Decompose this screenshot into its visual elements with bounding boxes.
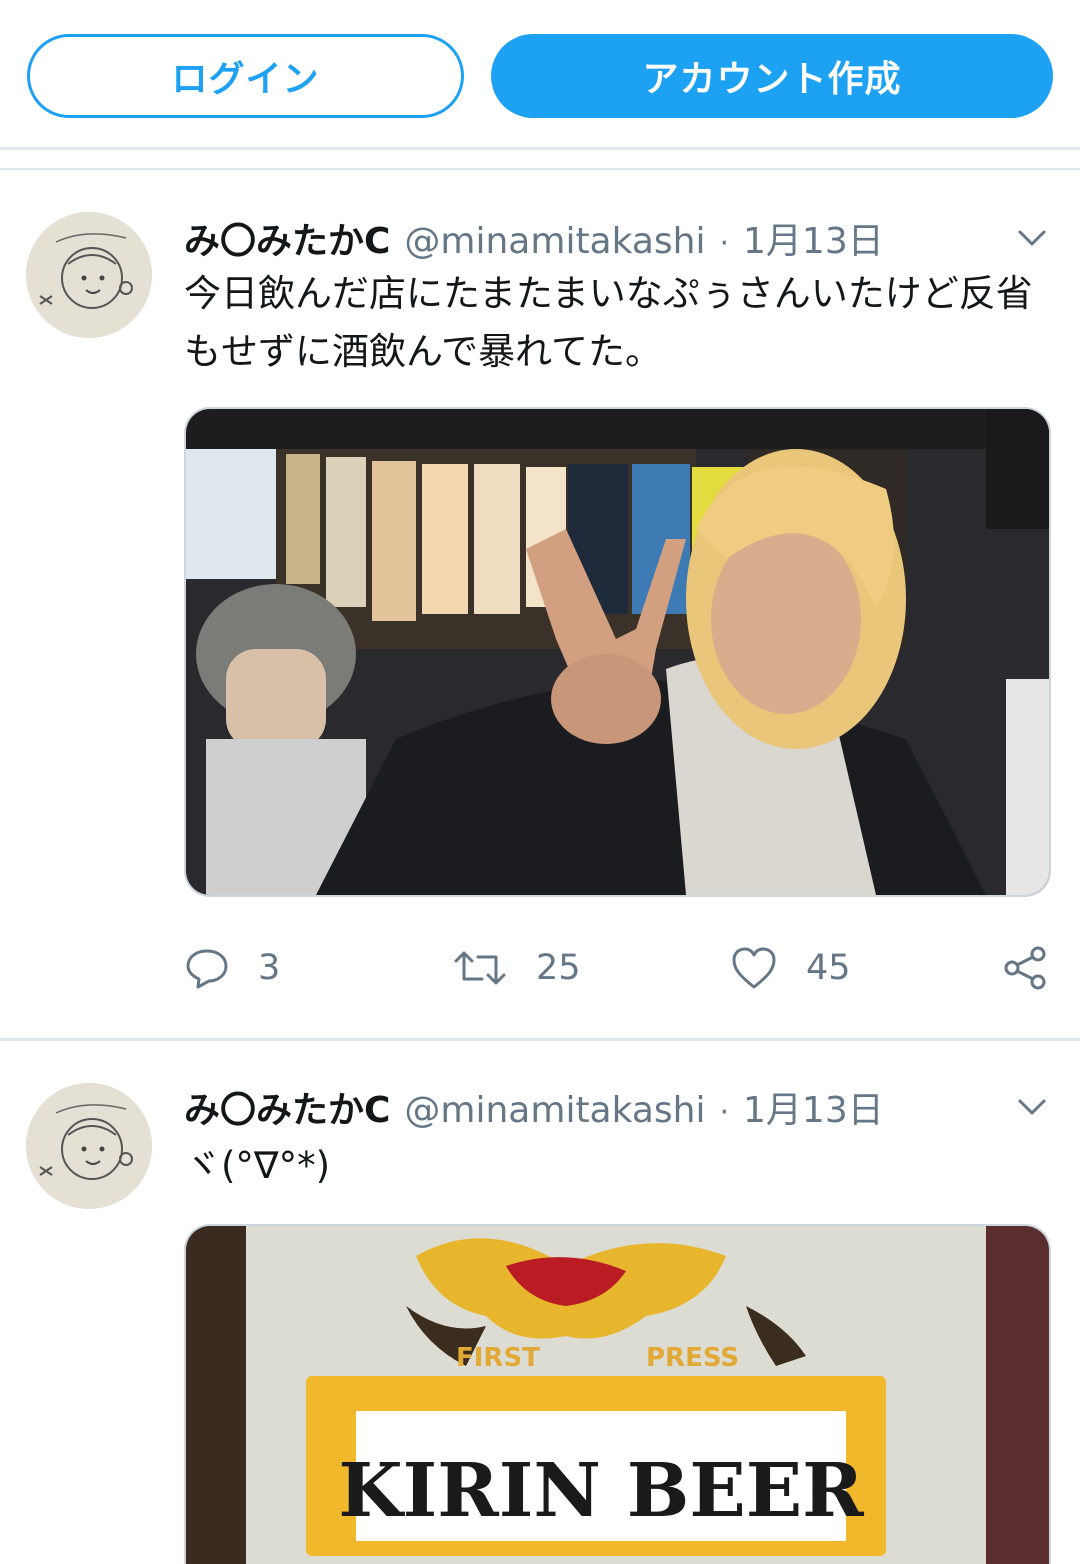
tweet-header: み〇みたかC @minamitakashi · 1月13日 [184,212,884,262]
login-button[interactable]: ログイン [27,34,464,118]
tweet-date[interactable]: 1月13日 [743,1081,884,1133]
reply-icon [186,949,228,989]
like-button[interactable]: 45 [730,938,851,998]
signup-button[interactable]: アカウント作成 [491,34,1053,118]
like-count: 45 [806,948,851,988]
tweet[interactable]: み〇みたかC @minamitakashi · 1月13日 今日飲んだ店にたまた… [0,170,1080,1041]
chevron-down-icon[interactable] [1014,220,1050,256]
top-bar: ログイン アカウント作成 [0,0,1080,150]
like-icon [732,947,776,989]
reply-button[interactable]: 3 [184,938,280,998]
tweet-photo[interactable]: FIRST PRESS KIRIN BEER [184,1224,1051,1564]
tweet-text: 今日飲んだ店にたまたまいなぷぅさんいたけど反省もせずに酒飲んで暴れてた。 [184,272,1033,373]
tweet-photo[interactable] [184,407,1051,897]
retweet-count: 25 [536,948,581,988]
share-button[interactable] [1002,938,1078,998]
separator-dot: · [719,1095,730,1130]
author-name[interactable]: み〇みたかC [184,1081,390,1133]
retweet-button[interactable]: 25 [452,938,581,998]
tweet-header: み〇みたかC @minamitakashi · 1月13日 [184,1081,884,1131]
reply-count: 3 [258,948,281,988]
avatar[interactable] [26,212,152,338]
tweet-actions: 3 25 45 [184,938,1054,998]
author-handle[interactable]: @minamitakashi [404,221,705,262]
tweet-date[interactable]: 1月13日 [743,212,884,264]
tweet-text: ヾ(°∇°*) [184,1144,331,1187]
media-brand: KIRIN BEER [338,1448,864,1534]
retweet-icon [454,951,506,985]
author-name[interactable]: み〇みたかC [184,212,390,264]
media-sub-left: FIRST [456,1343,540,1373]
chevron-down-icon[interactable] [1014,1089,1050,1125]
share-icon [1004,946,1046,990]
separator-dot: · [719,226,730,261]
tweet[interactable]: み〇みたかC @minamitakashi · 1月13日 ヾ(°∇°*) FI… [0,1041,1080,1564]
author-handle[interactable]: @minamitakashi [404,1090,705,1131]
avatar[interactable] [26,1083,152,1209]
media-sub-right: PRESS [646,1343,739,1373]
divider [0,150,1080,170]
